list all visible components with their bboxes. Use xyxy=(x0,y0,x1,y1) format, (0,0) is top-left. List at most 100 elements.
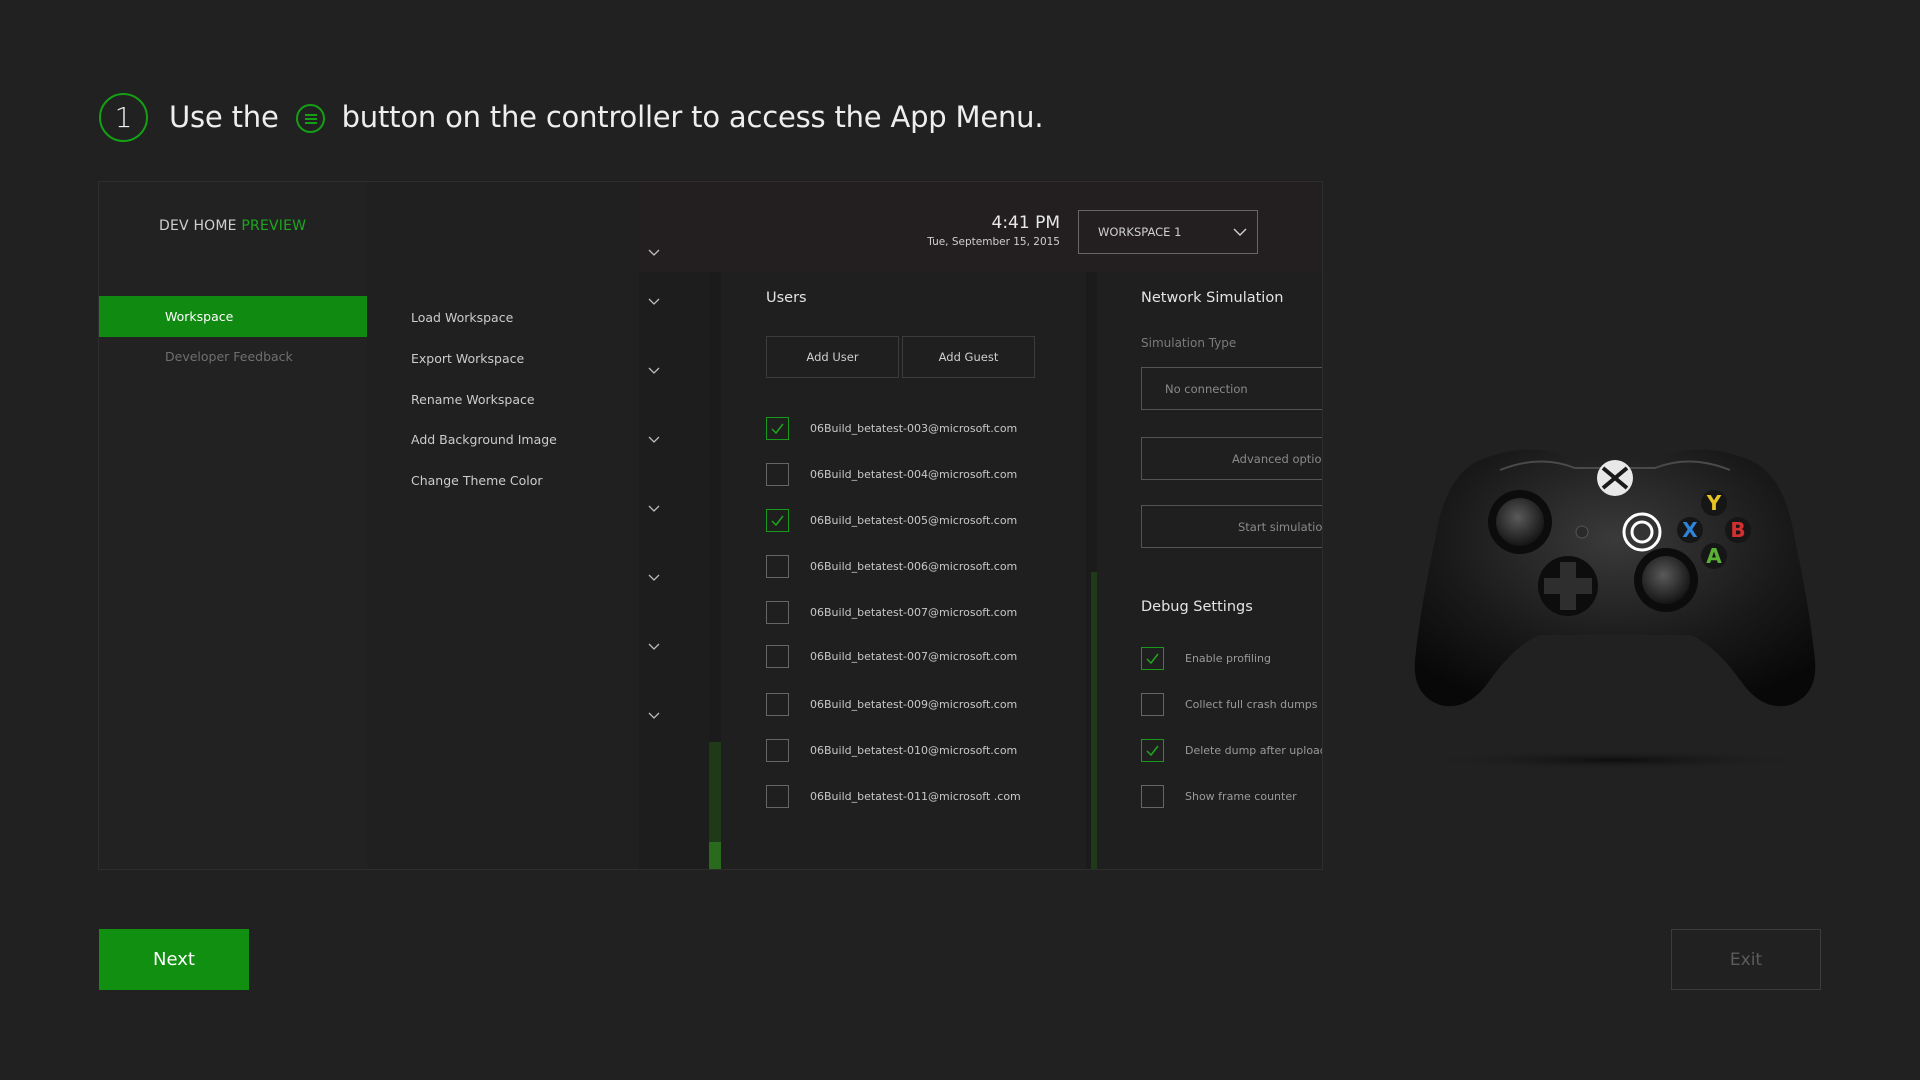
user-checkbox[interactable] xyxy=(766,644,789,668)
menu-button-icon xyxy=(295,103,325,133)
step-number: 1 xyxy=(99,92,148,142)
checkmark-icon xyxy=(771,423,784,434)
chevron-down-icon[interactable] xyxy=(648,295,660,307)
xbox-controller-illustration: Y X B A xyxy=(1414,449,1816,770)
debug-setting-label: Show frame counter xyxy=(1185,789,1297,803)
simulation-type-label: Simulation Type xyxy=(1141,336,1237,350)
add-user-button[interactable]: Add User xyxy=(766,336,899,378)
user-email: 06Build_betatest-006@microsoft.com xyxy=(810,559,1018,573)
simulation-type-select[interactable]: No connection xyxy=(1141,367,1322,410)
debug-setting-item[interactable]: Enable profiling xyxy=(1141,646,1271,670)
chevron-down-icon[interactable] xyxy=(648,502,660,514)
workspace-dropdown-value: WORKSPACE 1 xyxy=(1098,225,1182,239)
user-list-item[interactable]: 06Build_betatest-004@microsoft.com xyxy=(766,462,1017,486)
clock-time: 4:41 PM xyxy=(991,213,1061,233)
nav-item-developer-feedback[interactable]: Developer Feedback xyxy=(99,336,367,377)
user-email: 06Build_betatest-010@microsoft.com xyxy=(810,743,1018,757)
user-email: 06Build_betatest-009@microsoft.com xyxy=(810,697,1018,711)
a-button: A xyxy=(1706,544,1722,568)
step-instruction: 1 Use the button on the controller to ac… xyxy=(99,92,1044,142)
b-button: B xyxy=(1730,518,1745,542)
start-simulation-button[interactable]: Start simulation xyxy=(1141,505,1323,548)
step-text-before: Use the xyxy=(169,100,279,134)
nav-item-label: Developer Feedback xyxy=(165,349,293,364)
user-list-item[interactable]: 06Build_betatest-005@microsoft.com xyxy=(766,508,1017,532)
debug-checkbox[interactable] xyxy=(1141,692,1164,716)
user-list-item[interactable]: 06Build_betatest-007@microsoft.com xyxy=(766,644,1017,668)
users-card: Users Add User Add Guest 06Build_betates… xyxy=(721,272,1086,869)
brand-title: DEV HOME PREVIEW xyxy=(159,218,306,234)
brand-accent: PREVIEW xyxy=(241,218,307,234)
user-list-item[interactable]: 06Build_betatest-011@microsoft .com xyxy=(766,784,1021,808)
checkmark-icon xyxy=(1146,745,1159,756)
debug-setting-item[interactable]: Show frame counter xyxy=(1141,784,1297,808)
user-email: 06Build_betatest-007@microsoft.com xyxy=(810,649,1018,663)
submenu-change-theme-color[interactable]: Change Theme Color xyxy=(411,473,543,488)
debug-setting-label: Delete dump after upload xyxy=(1185,743,1323,757)
workspace-submenu: Load Workspace Export Workspace Rename W… xyxy=(367,182,639,869)
user-email: 06Build_betatest-004@microsoft.com xyxy=(810,467,1018,481)
user-list-item[interactable]: 06Build_betatest-006@microsoft.com xyxy=(766,554,1017,578)
user-email: 06Build_betatest-011@microsoft .com xyxy=(810,789,1021,803)
workspace-dropdown[interactable]: WORKSPACE 1 xyxy=(1078,210,1258,254)
x-button: X xyxy=(1682,518,1698,542)
start-simulation-label: Start simulation xyxy=(1238,519,1323,534)
chevron-down-icon xyxy=(1233,228,1247,236)
user-checkbox[interactable] xyxy=(766,600,789,624)
chevron-down-icon[interactable] xyxy=(648,709,660,721)
y-button: Y xyxy=(1706,491,1722,515)
expander-column xyxy=(639,249,709,869)
submenu-add-background-image[interactable]: Add Background Image xyxy=(411,432,557,447)
submenu-export-workspace[interactable]: Export Workspace xyxy=(411,351,524,366)
next-button[interactable]: Next xyxy=(99,929,249,990)
view-button xyxy=(1575,525,1589,539)
clock: 4:41 PM Tue, September 15, 2015 xyxy=(927,213,1060,248)
main-pane: 4:41 PM Tue, September 15, 2015 WORKSPAC… xyxy=(639,182,1323,869)
brand-name: DEV HOME xyxy=(159,218,237,234)
chevron-down-icon[interactable] xyxy=(648,364,660,376)
user-email: 06Build_betatest-007@microsoft.com xyxy=(810,605,1018,619)
advanced-options-button[interactable]: Advanced option xyxy=(1141,437,1323,480)
simulation-type-value: No connection xyxy=(1165,381,1248,396)
nav-item-workspace[interactable]: Workspace xyxy=(99,296,367,337)
chevron-down-icon[interactable] xyxy=(648,433,660,445)
user-checkbox[interactable] xyxy=(766,416,789,440)
checkmark-icon xyxy=(771,515,784,526)
user-checkbox[interactable] xyxy=(766,554,789,578)
user-checkbox[interactable] xyxy=(766,462,789,486)
step-text: Use the button on the controller to acce… xyxy=(169,100,1044,134)
user-checkbox[interactable] xyxy=(766,738,789,762)
settings-card: Network Simulation Simulation Type No co… xyxy=(1097,272,1323,869)
chevron-down-icon[interactable] xyxy=(648,246,660,258)
nav-item-label: Workspace xyxy=(165,309,234,324)
user-list-item[interactable]: 06Build_betatest-010@microsoft.com xyxy=(766,738,1017,762)
controller-shadow xyxy=(1415,750,1815,770)
user-list-item[interactable]: 06Build_betatest-009@microsoft.com xyxy=(766,692,1017,716)
debug-checkbox[interactable] xyxy=(1141,738,1164,762)
chevron-down-icon[interactable] xyxy=(648,571,660,583)
chevron-down-icon[interactable] xyxy=(648,640,660,652)
network-simulation-title: Network Simulation xyxy=(1141,290,1284,306)
debug-setting-item[interactable]: Delete dump after upload xyxy=(1141,738,1323,762)
add-guest-button[interactable]: Add Guest xyxy=(902,336,1035,378)
user-checkbox[interactable] xyxy=(766,692,789,716)
user-list-item[interactable]: 06Build_betatest-003@microsoft.com xyxy=(766,416,1017,440)
debug-checkbox[interactable] xyxy=(1141,784,1164,808)
user-list-item[interactable]: 06Build_betatest-007@microsoft.com xyxy=(766,600,1017,624)
debug-settings-title: Debug Settings xyxy=(1141,599,1253,615)
dev-home-preview: DEV HOME PREVIEW Workspace Developer Fee… xyxy=(98,181,1323,870)
submenu-rename-workspace[interactable]: Rename Workspace xyxy=(411,392,535,407)
submenu-load-workspace[interactable]: Load Workspace xyxy=(411,310,513,325)
debug-setting-item[interactable]: Collect full crash dumps xyxy=(1141,692,1318,716)
debug-setting-label: Enable profiling xyxy=(1185,651,1271,665)
user-email: 06Build_betatest-005@microsoft.com xyxy=(810,513,1018,527)
debug-checkbox[interactable] xyxy=(1141,646,1164,670)
user-email: 06Build_betatest-003@microsoft.com xyxy=(810,421,1018,435)
step-text-after: button on the controller to access the A… xyxy=(341,100,1044,134)
clock-date: Tue, September 15, 2015 xyxy=(927,236,1060,248)
checkmark-icon xyxy=(1146,653,1159,664)
exit-button[interactable]: Exit xyxy=(1671,929,1821,990)
user-checkbox[interactable] xyxy=(766,508,789,532)
advanced-options-label: Advanced option xyxy=(1232,451,1323,466)
user-checkbox[interactable] xyxy=(766,784,789,808)
